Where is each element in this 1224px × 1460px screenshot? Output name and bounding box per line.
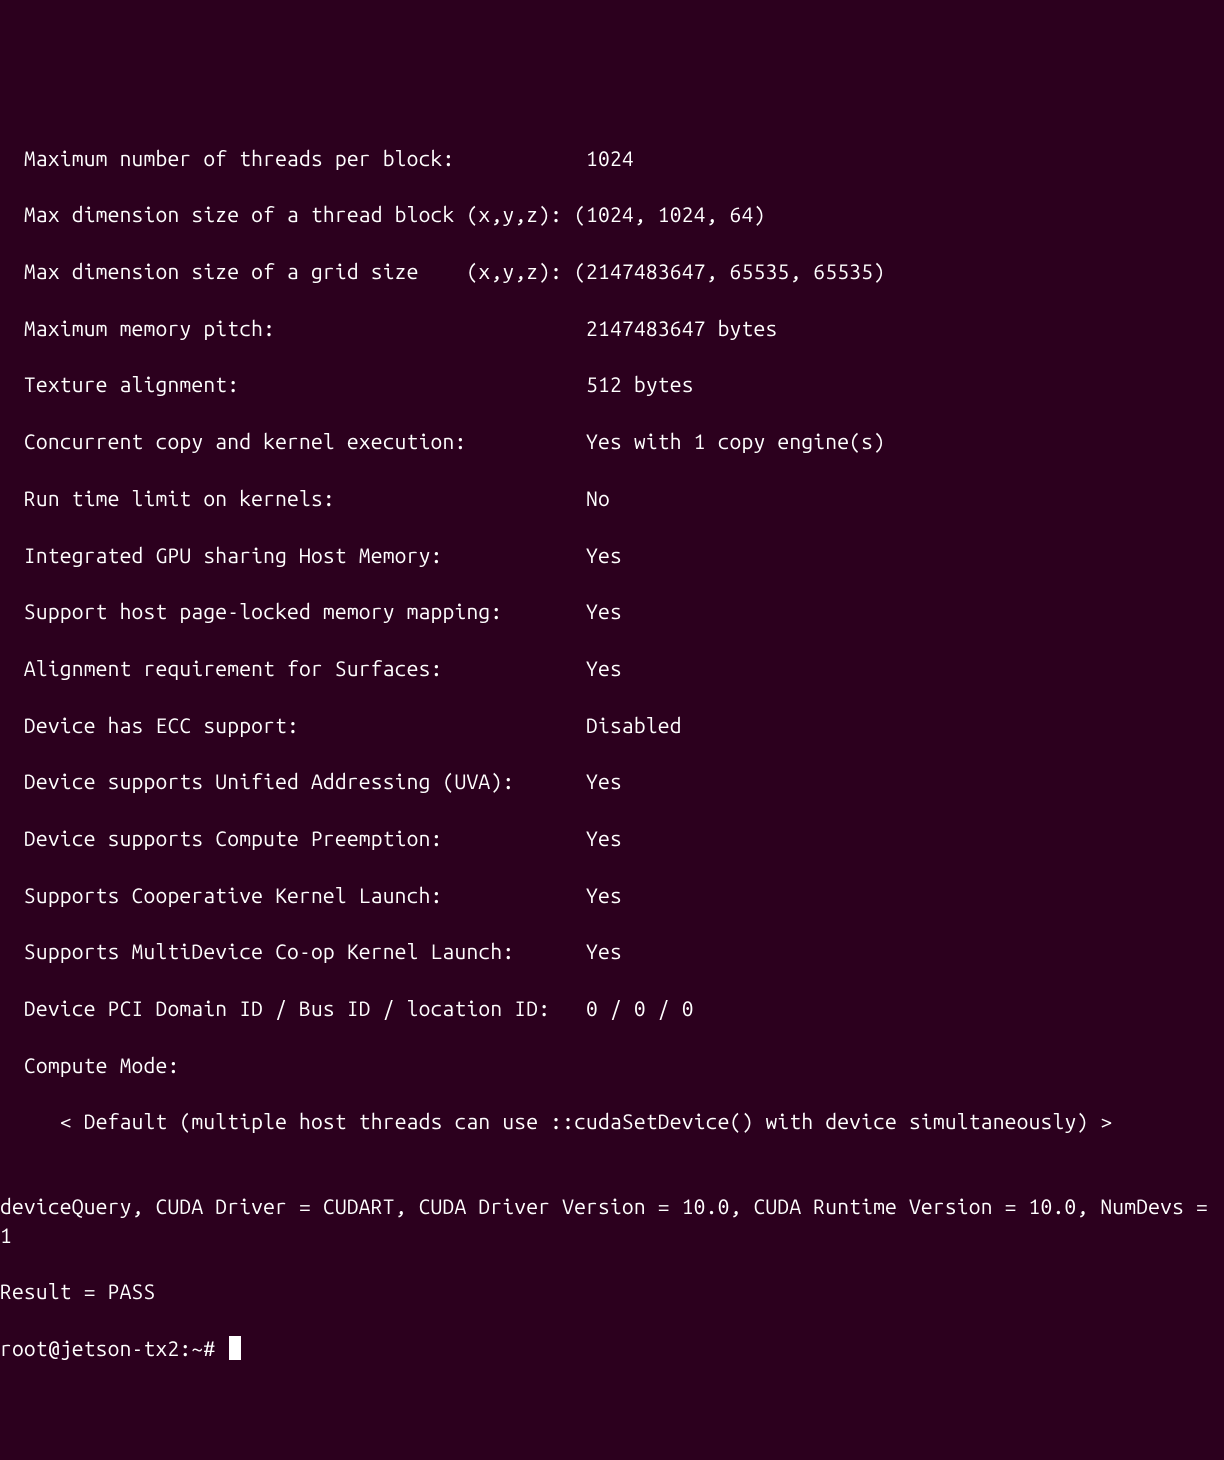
terminal-output[interactable]: Maximum number of threads per block: 102… <box>0 115 1224 1390</box>
output-line: < Default (multiple host threads can use… <box>0 1107 1224 1135</box>
output-line: Alignment requirement for Surfaces: Yes <box>0 654 1224 682</box>
output-line: Concurrent copy and kernel execution: Ye… <box>0 427 1224 455</box>
output-line: Maximum number of threads per block: 102… <box>0 144 1224 172</box>
output-line: Device supports Compute Preemption: Yes <box>0 824 1224 852</box>
output-line: Maximum memory pitch: 2147483647 bytes <box>0 314 1224 342</box>
output-line: Max dimension size of a thread block (x,… <box>0 200 1224 228</box>
output-line: Run time limit on kernels: No <box>0 484 1224 512</box>
output-line: Integrated GPU sharing Host Memory: Yes <box>0 541 1224 569</box>
output-line: Supports MultiDevice Co-op Kernel Launch… <box>0 937 1224 965</box>
output-line: Device supports Unified Addressing (UVA)… <box>0 767 1224 795</box>
output-line: Device PCI Domain ID / Bus ID / location… <box>0 994 1224 1022</box>
output-line: Texture alignment: 512 bytes <box>0 370 1224 398</box>
command-prompt[interactable]: root@jetson-tx2:~# <box>0 1334 1224 1362</box>
output-line: Supports Cooperative Kernel Launch: Yes <box>0 881 1224 909</box>
output-line: Device has ECC support: Disabled <box>0 711 1224 739</box>
cursor-icon <box>229 1336 241 1360</box>
prompt-text: root@jetson-tx2:~# <box>0 1334 227 1362</box>
output-line: Compute Mode: <box>0 1051 1224 1079</box>
output-line: Result = PASS <box>0 1277 1224 1305</box>
output-line: Support host page-locked memory mapping:… <box>0 597 1224 625</box>
output-line: deviceQuery, CUDA Driver = CUDART, CUDA … <box>0 1192 1224 1249</box>
output-line: Max dimension size of a grid size (x,y,z… <box>0 257 1224 285</box>
